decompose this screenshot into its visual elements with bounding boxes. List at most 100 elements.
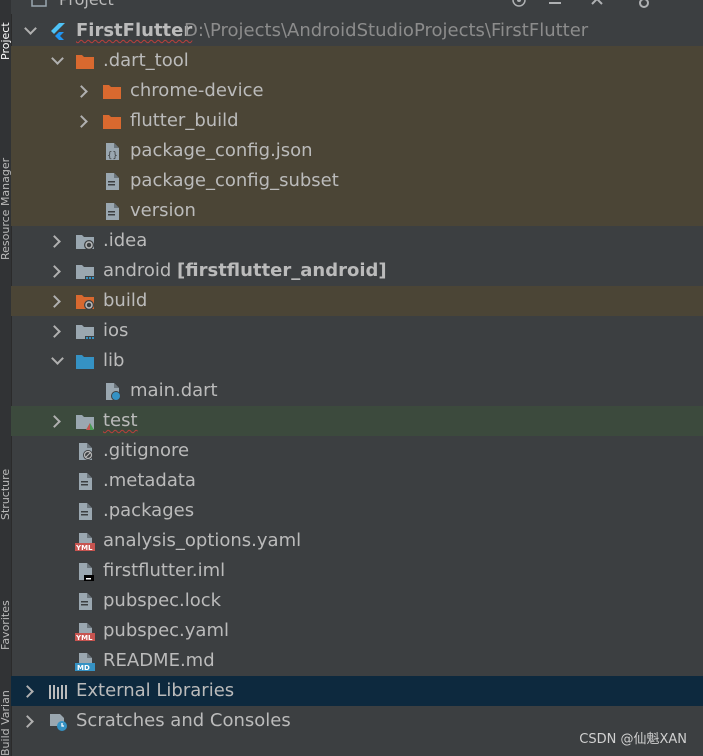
folder-module-icon [76, 265, 94, 280]
item-name: .dart_tool [103, 50, 189, 71]
tree-label: pubspec.yaml [103, 620, 229, 642]
tree-row-readme[interactable]: MD README.md [11, 646, 703, 676]
chevron-right-icon[interactable] [50, 294, 64, 308]
tree-label: ios [103, 320, 128, 342]
tree-label: main.dart [130, 380, 218, 402]
tree-row-package-config-subset[interactable]: package_config_subset [11, 166, 703, 196]
chevron-right-icon[interactable] [50, 414, 64, 428]
tree-row-idea[interactable]: .idea [11, 226, 703, 256]
chevron-right-icon[interactable] [50, 264, 64, 278]
gitignore-file-icon [79, 443, 93, 460]
folder-gear-orange-icon [76, 295, 94, 310]
watermark: CSDN @仙魁XAN [579, 732, 687, 747]
chevron-right-icon[interactable] [77, 84, 91, 98]
chevron-right-icon[interactable] [23, 684, 37, 698]
item-name: .metadata [103, 470, 196, 491]
tree-row-ios[interactable]: ios [11, 316, 703, 346]
tree-row-flutter-build[interactable]: flutter_build [11, 106, 703, 136]
stripe-tab-structure[interactable]: Structure [0, 440, 11, 520]
item-name: package_config.json [130, 140, 313, 161]
tree-label: .metadata [103, 470, 196, 492]
tree-row-main-dart[interactable]: main.dart [11, 376, 703, 406]
tree-label: Scratches and Consoles [76, 710, 291, 732]
tree-row-package-config-json[interactable]: {} package_config.json [11, 136, 703, 166]
tree-label: build [103, 290, 147, 312]
tree-label: android [firstflutter_android] [103, 260, 387, 282]
svg-text:MD: MD [77, 664, 90, 671]
tree-row-dart-tool[interactable]: .dart_tool [11, 46, 703, 76]
tree-label: lib [103, 350, 124, 372]
tree-row-pubspec-lock[interactable]: pubspec.lock [11, 586, 703, 616]
chevron-down-icon[interactable] [50, 354, 64, 368]
tree-label: analysis_options.yaml [103, 530, 301, 552]
item-name: pubspec.lock [103, 590, 222, 611]
tree-label: .dart_tool [103, 50, 189, 72]
tree-row-metadata[interactable]: .metadata [11, 466, 703, 496]
tree-row-chrome-device[interactable]: chrome-device [11, 76, 703, 106]
yaml-file-icon: YML [75, 533, 95, 551]
tree-label: .packages [103, 500, 194, 522]
json-file-icon: {} [106, 143, 119, 161]
gear-icon[interactable] [636, 0, 652, 8]
locate-file-icon[interactable] [511, 0, 527, 8]
tree-label: pubspec.lock [103, 590, 221, 612]
item-name: main.dart [130, 380, 218, 401]
item-name: README.md [103, 650, 215, 671]
svg-text:YML: YML [75, 634, 93, 641]
tree-row-pubspec-yaml[interactable]: YML pubspec.yaml [11, 616, 703, 646]
scratches-icon [50, 714, 67, 731]
chevron-right-icon[interactable] [50, 234, 64, 248]
stripe-tab-favorites[interactable]: Favorites [0, 570, 11, 650]
tree-row-test[interactable]: test [11, 406, 703, 436]
folder-orange-icon [76, 55, 94, 69]
tree-row-lib[interactable]: lib [11, 346, 703, 376]
folder-orange-icon [103, 115, 121, 129]
chevron-right-icon[interactable] [77, 114, 91, 128]
item-name: build [103, 290, 148, 311]
folder-test-icon [76, 415, 94, 430]
library-icon [49, 685, 67, 699]
panel-title[interactable]: Project [59, 0, 114, 9]
md-file-icon: MD [75, 653, 95, 671]
text-file-icon [79, 473, 92, 490]
tree-row-firstflutter-iml[interactable]: firstflutter.iml [11, 556, 703, 586]
project-path: D:\Projects\AndroidStudioProjects\FirstF… [184, 20, 589, 41]
project-tree: FirstFlutter D:\Projects\AndroidStudioPro… [11, 16, 703, 736]
project-view-icon [31, 0, 47, 7]
tree-row-firstflutter[interactable]: FirstFlutter D:\Projects\AndroidStudioPro… [11, 16, 703, 46]
item-name: chrome-device [130, 80, 264, 101]
chevron-right-icon[interactable] [23, 714, 37, 728]
tree-row-build[interactable]: build [11, 286, 703, 316]
tree-row-analysis-options[interactable]: YML analysis_options.yaml [11, 526, 703, 556]
tree-label: chrome-device [130, 80, 264, 102]
tree-row-android[interactable]: android [firstflutter_android] [11, 256, 703, 286]
tree-label: README.md [103, 650, 215, 672]
stripe-tab-project[interactable]: Project [0, 0, 11, 60]
tree-row-gitignore[interactable]: .gitignore [11, 436, 703, 466]
item-name: package_config_subset [130, 170, 339, 191]
item-name: FirstFlutter [76, 20, 193, 41]
collapse-all-icon[interactable] [547, 0, 563, 8]
chevron-down-icon[interactable] [23, 24, 37, 38]
tree-label: FirstFlutter [76, 20, 192, 42]
tree-label: package_config_subset [130, 170, 339, 192]
stripe-tab-build-variants[interactable]: Build Variants [0, 690, 11, 756]
tree-row-packages[interactable]: .packages [11, 496, 703, 526]
tree-label: firstflutter.iml [103, 560, 225, 582]
chevron-right-icon[interactable] [50, 324, 64, 338]
dart-file-icon [106, 383, 121, 401]
item-name: firstflutter.iml [103, 560, 226, 581]
expand-icon[interactable] [589, 0, 605, 8]
stripe-tab-resource-manager[interactable]: Resource Manager [0, 100, 11, 260]
text-file-icon [79, 503, 92, 520]
item-name: .idea [103, 230, 148, 251]
item-name: Scratches and Consoles [76, 710, 291, 731]
panel-header: Project [11, 0, 703, 14]
svg-text:{}: {} [107, 151, 118, 161]
tree-row-external-libraries[interactable]: External Libraries [11, 676, 703, 706]
folder-module-icon [76, 325, 94, 340]
tree-label: version [130, 200, 196, 222]
text-file-icon [106, 173, 119, 190]
chevron-down-icon[interactable] [50, 54, 64, 68]
tree-row-version[interactable]: version [11, 196, 703, 226]
